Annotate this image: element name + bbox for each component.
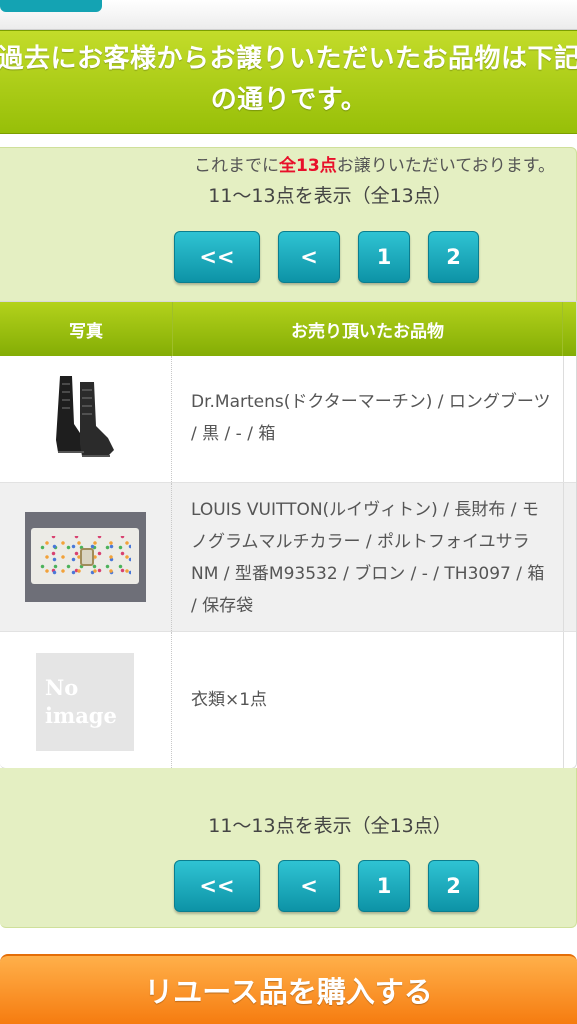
wallet-photo[interactable] bbox=[25, 512, 146, 602]
summary-suffix: お譲りいただいております。 bbox=[336, 156, 555, 176]
banner-title: 過去にお客様からお譲りいただいたお品物は下記の通りです。 bbox=[0, 44, 577, 115]
photo-cell: No image bbox=[0, 632, 172, 768]
prev-page-button[interactable]: < bbox=[278, 860, 340, 912]
section-banner: 過去にお客様からお譲りいただいたお品物は下記の通りです。 bbox=[0, 30, 577, 134]
pagination-top: << < 1 2 bbox=[0, 231, 577, 283]
prev-page-button[interactable]: < bbox=[278, 231, 340, 283]
range-label-top: 11〜13点を表示（全13点） bbox=[208, 185, 452, 207]
no-image-text: No bbox=[45, 675, 79, 700]
header-item: お売り頂いたお品物 bbox=[172, 302, 563, 356]
wallet-body bbox=[31, 528, 139, 584]
table-row: No image 衣類×1点 bbox=[0, 632, 576, 768]
purchase-summary: これまでに全13点お譲りいただいております。 bbox=[0, 151, 577, 176]
photo-cell bbox=[0, 483, 172, 631]
summary-prefix: これまでに bbox=[194, 156, 280, 176]
table-header: 写真 お売り頂いたお品物 bbox=[0, 302, 576, 356]
items-table: 写真 お売り頂いたお品物 Dr.Martens(ドクターマーチン) / ロングブ… bbox=[0, 301, 577, 769]
item-description: 衣類×1点 bbox=[191, 690, 268, 710]
photo-cell bbox=[0, 356, 172, 482]
summary-count: 全13点 bbox=[279, 156, 337, 176]
no-image-text: image bbox=[45, 703, 117, 728]
pagination-bottom: << < 1 2 bbox=[0, 860, 577, 912]
column-divider bbox=[563, 356, 564, 482]
page-1-button[interactable]: 1 bbox=[358, 860, 410, 912]
item-description: LOUIS VUITTON(ルイヴィトン) / 長財布 / モノグラムマルチカラ… bbox=[191, 500, 545, 616]
page-1-button[interactable]: 1 bbox=[358, 231, 410, 283]
first-page-button[interactable]: << bbox=[174, 860, 260, 912]
page-2-button[interactable]: 2 bbox=[428, 860, 479, 912]
page-2-button[interactable]: 2 bbox=[428, 231, 479, 283]
column-divider bbox=[563, 632, 564, 768]
table-row: Dr.Martens(ドクターマーチン) / ロングブーツ / 黒 / - / … bbox=[0, 356, 576, 482]
range-label-bottom: 11〜13点を表示（全13点） bbox=[208, 815, 452, 837]
no-image-placeholder: No image bbox=[36, 653, 134, 751]
buy-reuse-button[interactable]: リユース品を購入する bbox=[0, 954, 577, 1024]
column-divider bbox=[563, 483, 564, 631]
boots-photo[interactable] bbox=[52, 374, 132, 464]
first-page-button[interactable]: << bbox=[174, 231, 260, 283]
table-row: LOUIS VUITTON(ルイヴィトン) / 長財布 / モノグラムマルチカラ… bbox=[0, 482, 576, 632]
top-nav-tab[interactable] bbox=[0, 0, 102, 12]
item-description: Dr.Martens(ドクターマーチン) / ロングブーツ / 黒 / - / … bbox=[191, 392, 551, 444]
wallet-clasp bbox=[80, 548, 94, 566]
header-photo: 写真 bbox=[69, 321, 103, 342]
